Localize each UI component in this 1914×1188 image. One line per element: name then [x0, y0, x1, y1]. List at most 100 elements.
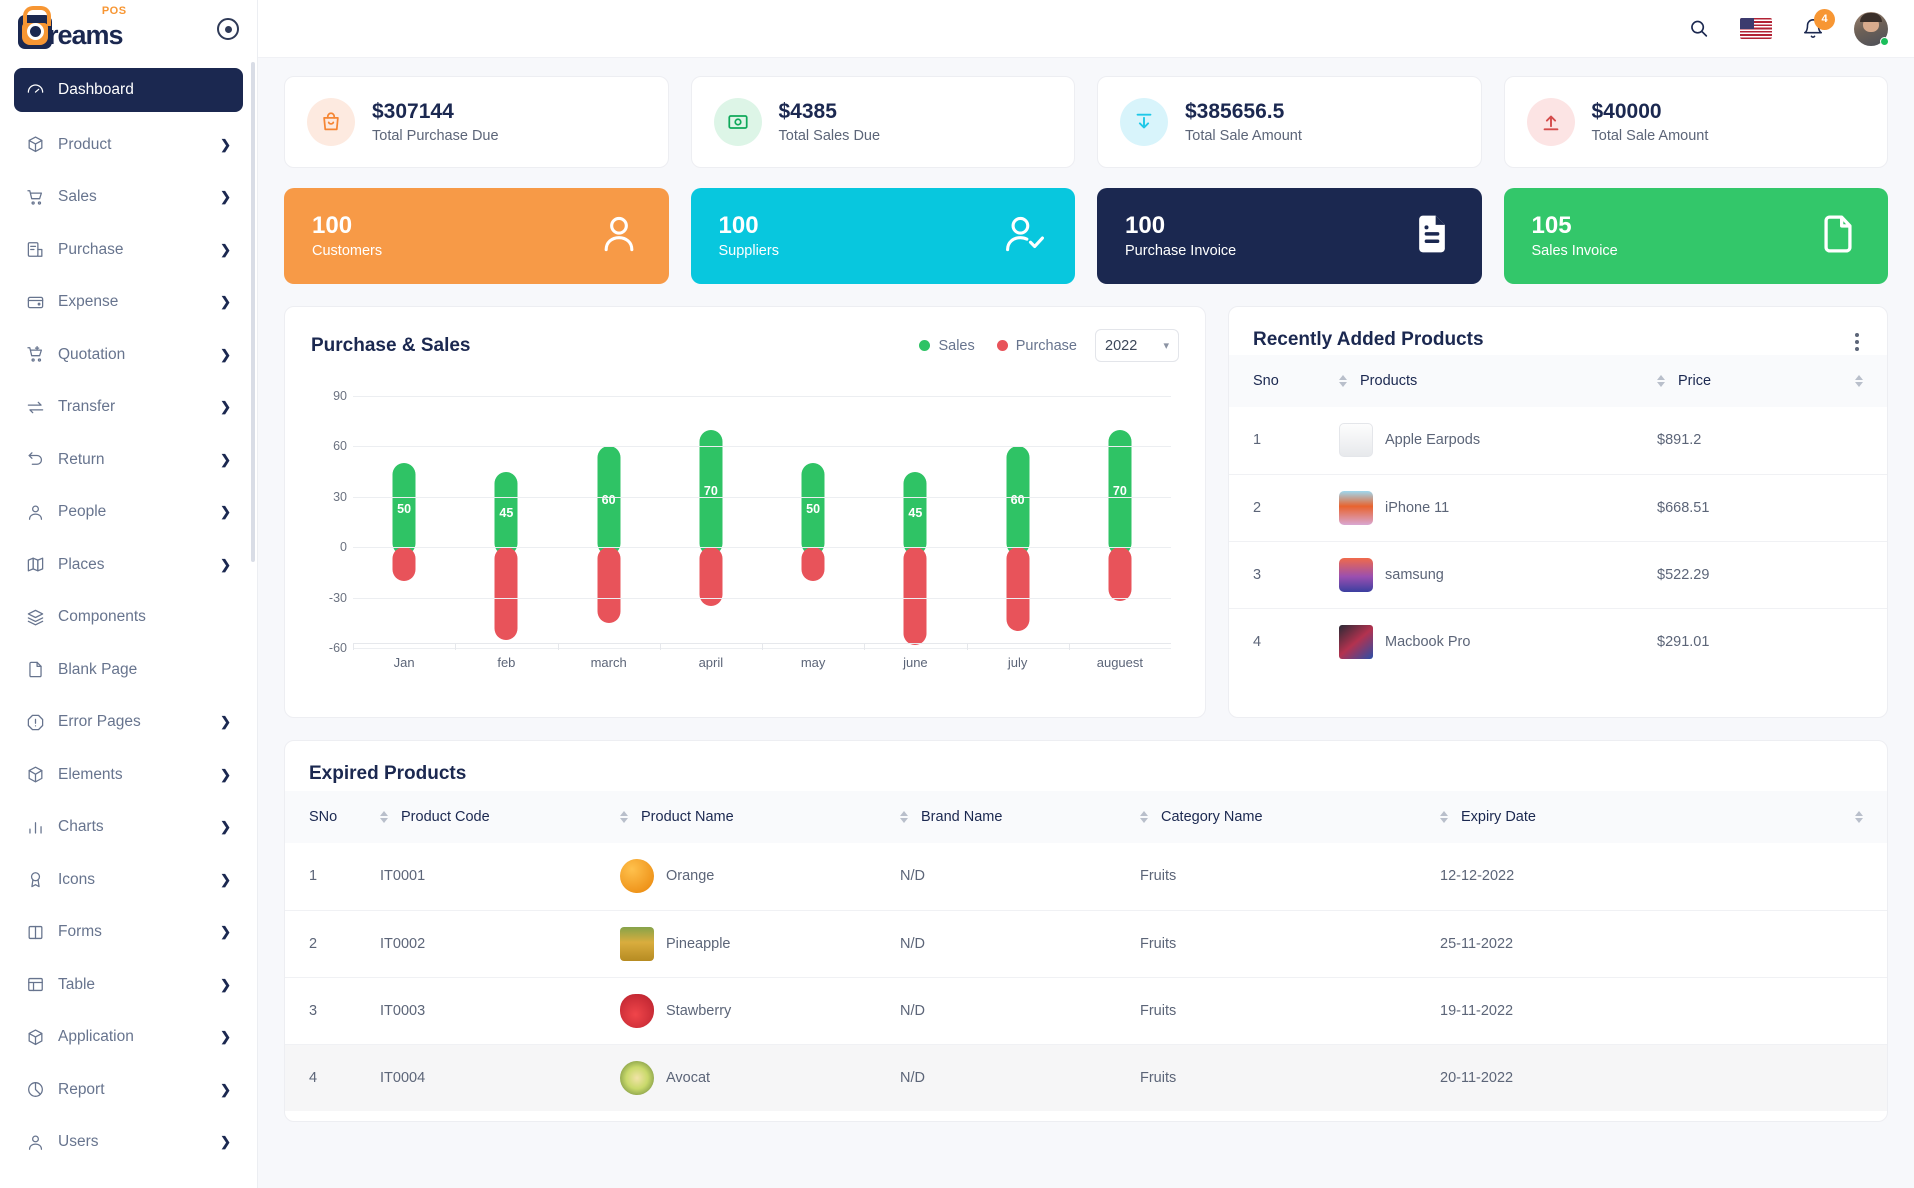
- sidebar-item-places[interactable]: Places ❯: [14, 545, 243, 585]
- row-price: $291.01: [1657, 633, 1710, 650]
- sidebar-item-quotation[interactable]: Quotation ❯: [14, 335, 243, 375]
- purchase-bag-icon: [307, 98, 355, 146]
- sidebar-scrollbar[interactable]: [251, 62, 255, 562]
- avatar[interactable]: [1854, 11, 1889, 46]
- row-sno: 1: [285, 843, 380, 911]
- table-row[interactable]: 1 Apple Earpods $891.2: [1229, 407, 1887, 475]
- row-expiry-date: 12-12-2022: [1440, 843, 1887, 911]
- sort-toggle-icon[interactable]: [1140, 811, 1148, 823]
- sort-toggle-icon[interactable]: [1657, 375, 1665, 387]
- chevron-right-icon: ❯: [220, 346, 231, 362]
- y-axis-tick: 0: [340, 540, 347, 555]
- column-header[interactable]: Price: [1657, 355, 1887, 407]
- sort-toggle-icon[interactable]: [1339, 375, 1347, 387]
- sidebar-item-purchase[interactable]: Purchase ❯: [14, 230, 243, 270]
- purchase-sales-chart-panel: Purchase & Sales Sales Purchase 2022 ▾ 50…: [284, 306, 1206, 718]
- sidebar-item-transfer[interactable]: Transfer ❯: [14, 387, 243, 427]
- stat-card: $4385 Total Sales Due: [690, 76, 1075, 168]
- kebab-menu-icon[interactable]: [1851, 329, 1863, 355]
- sidebar-item-elements[interactable]: Elements ❯: [14, 755, 243, 795]
- sidebar-item-forms[interactable]: Forms ❯: [14, 912, 243, 952]
- sidebar-item-error-pages[interactable]: Error Pages ❯: [14, 702, 243, 742]
- legend-item[interactable]: Purchase: [996, 338, 1077, 354]
- counter-number: 100: [1125, 211, 1166, 239]
- column-header[interactable]: Brand Name: [900, 791, 1140, 843]
- purchase-bar: [1108, 547, 1132, 601]
- us-flag-icon[interactable]: [1740, 18, 1772, 39]
- sidebar-item-users[interactable]: Users ❯: [14, 1122, 243, 1162]
- column-header[interactable]: Product Code: [380, 791, 620, 843]
- sidebar-item-icons[interactable]: Icons ❯: [14, 860, 243, 900]
- chart-bar-group[interactable]: 70: [1069, 396, 1171, 648]
- sidebar-item-charts[interactable]: Charts ❯: [14, 807, 243, 847]
- table-row[interactable]: 1 IT0001 Orange N/D Fruits 12-12-2022: [285, 843, 1887, 911]
- sidebar-item-application[interactable]: Application ❯: [14, 1017, 243, 1057]
- sidebar-item-product[interactable]: Product ❯: [14, 125, 243, 165]
- table-row[interactable]: 2 iPhone 11 $668.51: [1229, 474, 1887, 542]
- chart-bar-group[interactable]: 50: [353, 396, 455, 648]
- sort-toggle-icon[interactable]: [380, 811, 388, 823]
- product-name: Pineapple: [666, 935, 731, 952]
- bell-icon[interactable]: 4: [1802, 8, 1835, 40]
- sidebar-item-sales[interactable]: Sales ❯: [14, 177, 243, 217]
- chart-bar-group[interactable]: 50: [762, 396, 864, 648]
- sort-toggle-icon[interactable]: [1855, 811, 1863, 823]
- main-area: 4 $307144 Total Purchase Due $4385 Total Sa…: [258, 0, 1914, 1188]
- sort-toggle-icon[interactable]: [1855, 375, 1863, 387]
- sidebar-item-components[interactable]: Components: [14, 597, 243, 637]
- chart-bar-group[interactable]: 70: [660, 396, 762, 648]
- sidebar-collapse-toggle[interactable]: [217, 18, 239, 40]
- legend-item[interactable]: Sales: [919, 338, 975, 354]
- chevron-right-icon: ❯: [220, 189, 231, 204]
- sidebar-item-dashboard[interactable]: Dashboard: [14, 68, 243, 112]
- row-sno: 4: [1253, 633, 1262, 650]
- sidebar-item-blank-page[interactable]: Blank Page: [14, 650, 243, 690]
- chevron-right-icon: ❯: [220, 399, 231, 414]
- column-header[interactable]: Sno: [1229, 355, 1339, 407]
- sort-toggle-icon[interactable]: [900, 811, 908, 823]
- column-header[interactable]: SNo: [285, 791, 380, 843]
- table-row[interactable]: 2 IT0002 Pineapple N/D Fruits 25-11-2022: [285, 910, 1887, 978]
- table-row[interactable]: 4 IT0004 Avocat N/D Fruits 20-11-2022: [285, 1044, 1887, 1111]
- sidebar-item-label: Purchase: [58, 240, 124, 258]
- chart-gridline: [353, 547, 1171, 549]
- row-product-code: IT0002: [380, 910, 620, 978]
- column-header[interactable]: Category Name: [1140, 791, 1440, 843]
- sidebar-item-expense[interactable]: Expense ❯: [14, 282, 243, 322]
- counter-card: 100 Suppliers: [690, 188, 1075, 284]
- search-icon[interactable]: [1688, 18, 1710, 40]
- table-row[interactable]: 4 Macbook Pro $291.01: [1229, 608, 1887, 675]
- table-row[interactable]: 3 samsung $522.29: [1229, 541, 1887, 609]
- chevron-right-icon: ❯: [220, 976, 231, 992]
- row-product: samsung: [1339, 541, 1657, 609]
- sort-toggle-icon[interactable]: [1440, 811, 1448, 823]
- sort-toggle-icon[interactable]: [620, 811, 628, 823]
- row-category-name: Fruits: [1140, 843, 1440, 911]
- row-price: $891.2: [1657, 407, 1887, 475]
- sidebar-item-report[interactable]: Report ❯: [14, 1070, 243, 1110]
- bar-value-label: 50: [397, 501, 412, 516]
- chart-bar-group[interactable]: 45: [455, 396, 557, 648]
- brand-logo[interactable]: reams POS: [0, 0, 257, 58]
- sidebar-item-people[interactable]: People ❯: [14, 492, 243, 532]
- sidebar-item-return[interactable]: Return ❯: [14, 440, 243, 480]
- sidebar-item-table[interactable]: Table ❯: [14, 965, 243, 1005]
- chevron-right-icon: ❯: [220, 1029, 231, 1044]
- table-row[interactable]: 3 IT0003 Stawberry N/D Fruits 19-11-2022: [285, 977, 1887, 1045]
- chart-bar-group[interactable]: 45: [864, 396, 966, 648]
- year-select[interactable]: 2022 ▾: [1095, 329, 1179, 362]
- column-header[interactable]: Expiry Date: [1440, 791, 1887, 843]
- sidebar-item-label: Blank Page: [58, 660, 138, 678]
- column-header[interactable]: Products: [1339, 355, 1657, 407]
- chevron-right-icon: ❯: [220, 924, 231, 939]
- columns-icon: [26, 923, 45, 942]
- column-header-label: Price: [1678, 373, 1712, 389]
- counter-label: Sales Invoice: [1531, 242, 1618, 259]
- chevron-right-icon: ❯: [220, 871, 231, 887]
- column-header[interactable]: Product Name: [620, 791, 900, 843]
- chart-bar-group[interactable]: 60: [967, 396, 1069, 648]
- recent-table-body: 1 Apple Earpods $891.2 2 iPhone 11 $668.51 3 sa…: [1229, 407, 1887, 675]
- x-axis-tick: auguest: [1068, 644, 1171, 670]
- chart-bar-group[interactable]: 60: [558, 396, 660, 648]
- counter-number: 105: [1531, 211, 1572, 239]
